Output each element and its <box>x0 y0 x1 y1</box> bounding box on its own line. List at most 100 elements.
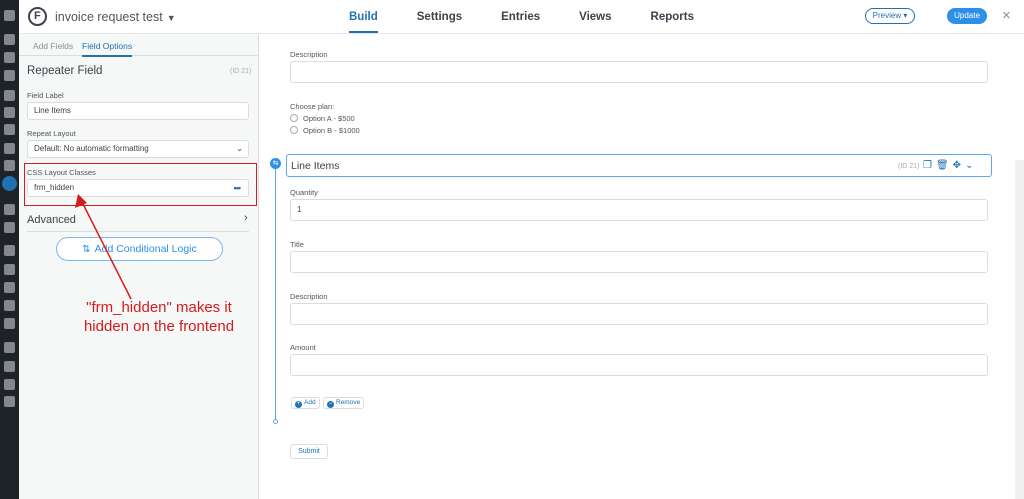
settings-icon[interactable] <box>4 318 15 329</box>
field-options-panel: Add Fields Field Options Repeater Field … <box>19 34 259 499</box>
quantity-label: Quantity <box>290 188 318 197</box>
preview-button[interactable]: Preview ▾ <box>865 8 915 24</box>
comments-icon[interactable] <box>4 90 15 101</box>
conditional-logic-label: Add Conditional Logic <box>94 243 197 255</box>
amount-input[interactable] <box>290 354 988 376</box>
item-description-label: Description <box>290 292 328 301</box>
play-icon[interactable] <box>4 396 15 407</box>
field-label-input[interactable]: Line Items <box>27 102 249 120</box>
chevron-down-icon: ⌄ <box>236 144 243 153</box>
more-options-icon[interactable]: ••• <box>234 180 242 196</box>
css-classes-caption: CSS Layout Classes <box>27 168 96 177</box>
tab-build[interactable]: Build <box>349 0 378 34</box>
builder-topbar: invoice request test▼ Build Settings Ent… <box>19 0 1024 34</box>
plus-icon: + <box>295 401 302 408</box>
plan-option-a[interactable]: Option A - $500 <box>290 114 355 123</box>
wp-admin-sidebar <box>0 0 19 499</box>
css-classes-input[interactable]: frm_hidden ••• <box>27 179 249 197</box>
plan-option-a-label: Option A - $500 <box>303 114 355 123</box>
users-alt-icon[interactable] <box>4 282 15 293</box>
posts-icon[interactable] <box>4 34 15 45</box>
close-icon[interactable]: × <box>1002 8 1011 24</box>
quantity-value: 1 <box>297 205 302 214</box>
rocket-icon[interactable] <box>4 342 15 353</box>
mail-icon[interactable] <box>4 361 15 372</box>
plan-option-b[interactable]: Option B - $1000 <box>290 126 360 135</box>
trash-icon[interactable]: 🗑 <box>936 160 953 171</box>
move-icon[interactable]: ✥ <box>953 160 965 171</box>
description-input[interactable] <box>290 61 988 83</box>
marketing-icon[interactable] <box>4 204 15 215</box>
form-title-dropdown[interactable]: invoice request test ▼ <box>55 10 176 24</box>
add-row-label: Add <box>304 399 316 406</box>
repeater-toolbar: ❐🗑✥⌄ <box>923 160 977 171</box>
tab-add-fields[interactable]: Add Fields <box>33 41 73 51</box>
tab-entries[interactable]: Entries <box>501 0 540 34</box>
tab-reports[interactable]: Reports <box>651 0 694 34</box>
pages-icon[interactable] <box>4 70 15 81</box>
field-heading: Repeater Field <box>27 65 103 77</box>
form-builder-canvas: Description Choose plan: Option A - $500… <box>260 34 1024 499</box>
tools-icon[interactable] <box>4 300 15 311</box>
section-handle-icon[interactable]: ⇆ <box>270 158 281 169</box>
divider <box>27 231 249 232</box>
tab-views[interactable]: Views <box>579 0 611 34</box>
feedback-icon[interactable] <box>4 107 15 118</box>
appearance-icon[interactable] <box>4 222 15 233</box>
description-label: Description <box>290 50 328 59</box>
field-label-caption: Field Label <box>27 91 64 100</box>
repeater-title: Line Items <box>291 160 340 172</box>
minus-icon: − <box>327 401 334 408</box>
chevron-right-icon[interactable]: › <box>244 212 248 224</box>
repeater-field-header[interactable]: Line Items (ID 21) ❐🗑✥⌄ <box>286 154 992 177</box>
submit-button[interactable]: Submit <box>290 444 328 459</box>
advanced-toggle[interactable]: Advanced <box>27 214 76 226</box>
stats-icon[interactable] <box>4 379 15 390</box>
caret-down-icon: ▾ <box>903 11 908 20</box>
caret-down-icon: ▼ <box>166 13 176 23</box>
radio-icon <box>290 126 298 134</box>
item-description-input[interactable] <box>290 303 988 325</box>
repeater-id: (ID 21) <box>898 163 920 170</box>
plugins-icon[interactable] <box>4 245 15 256</box>
amount-label: Amount <box>290 343 316 352</box>
dashboard-icon[interactable] <box>4 10 15 21</box>
products-icon[interactable] <box>4 143 15 154</box>
conditional-logic-icon: ⇅ <box>82 244 91 255</box>
formidable-menu-icon[interactable] <box>2 176 17 191</box>
add-conditional-logic-button[interactable]: ⇅ Add Conditional Logic <box>56 237 223 261</box>
tab-field-options[interactable]: Field Options <box>82 41 133 57</box>
builder-nav-tabs: Build Settings Entries Views Reports <box>349 0 733 34</box>
radio-icon <box>290 114 298 122</box>
woocommerce-icon[interactable] <box>4 124 15 135</box>
chevron-down-icon[interactable]: ⌄ <box>965 160 977 171</box>
field-label-value: Line Items <box>34 106 71 115</box>
analytics-icon[interactable] <box>4 160 15 171</box>
media-icon[interactable] <box>4 52 15 63</box>
section-end-icon <box>273 419 278 424</box>
repeat-layout-select[interactable]: Default: No automatic formatting ⌄ <box>27 140 249 158</box>
css-classes-value: frm_hidden <box>34 183 75 192</box>
scrollbar[interactable] <box>1015 160 1024 499</box>
title-input[interactable] <box>290 251 988 273</box>
annotation-text: "frm_hidden" makes it hidden on the fron… <box>47 298 271 336</box>
duplicate-icon[interactable]: ❐ <box>923 160 936 171</box>
formidable-logo-icon[interactable] <box>28 7 47 26</box>
annotation-line-1: "frm_hidden" makes it <box>86 299 232 316</box>
remove-row-button[interactable]: − Remove <box>323 397 365 409</box>
tab-settings[interactable]: Settings <box>417 0 462 34</box>
field-id: (ID 21) <box>230 68 252 75</box>
users-icon[interactable] <box>4 264 15 275</box>
annotation-line-2: hidden on the frontend <box>83 318 235 335</box>
add-row-button[interactable]: + Add <box>291 397 320 409</box>
repeat-layout-caption: Repeat Layout <box>27 129 76 138</box>
quantity-input[interactable]: 1 <box>290 199 988 221</box>
preview-label: Preview <box>872 11 902 20</box>
plan-option-b-label: Option B - $1000 <box>303 126 360 135</box>
panel-tabs: Add Fields Field Options <box>19 34 259 57</box>
update-button[interactable]: Update <box>947 8 987 24</box>
title-label: Title <box>290 240 304 249</box>
choose-plan-label: Choose plan: <box>290 102 335 111</box>
repeat-layout-value: Default: No automatic formatting <box>34 144 149 153</box>
form-title: invoice request test <box>55 10 163 24</box>
